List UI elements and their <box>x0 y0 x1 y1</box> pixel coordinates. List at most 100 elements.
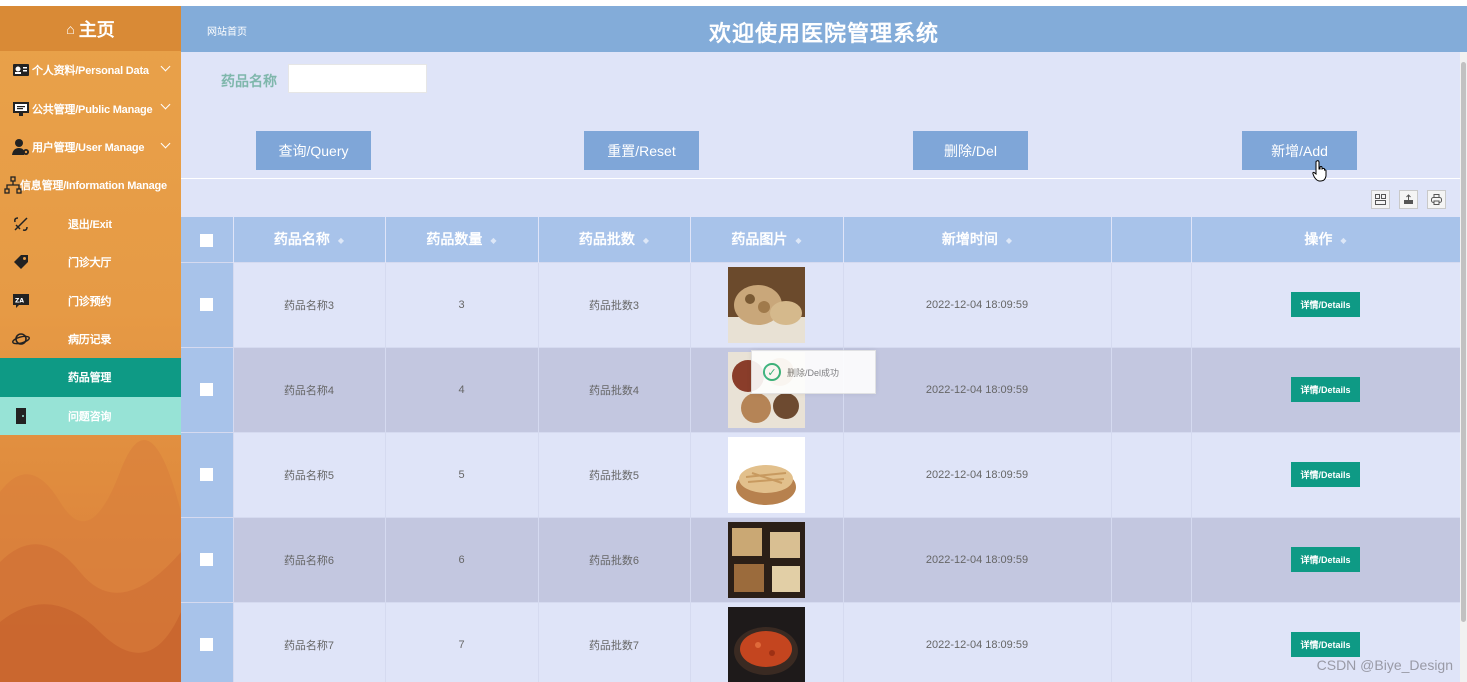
column-header[interactable]: 药品数量 ◆ <box>385 217 539 262</box>
select-all-checkbox[interactable] <box>200 234 214 248</box>
created-time-cell: 2022-12-04 18:09:59 <box>843 601 1112 682</box>
details-button[interactable]: 详情/Details <box>1291 292 1360 317</box>
row-select-cell <box>181 261 234 347</box>
drug-batch-cell: 药品批数4 <box>538 346 691 432</box>
sort-icon: ◆ <box>490 236 497 246</box>
drug-batch-cell: 药品批数6 <box>538 516 691 602</box>
reset-button[interactable]: 重置/Reset <box>584 131 699 170</box>
sidebar-item-consultation[interactable]: 问题咨询 <box>0 396 181 435</box>
drug-image[interactable] <box>728 266 805 343</box>
drug-qty-cell: 4 <box>385 346 539 432</box>
sidebar-item-medical-records[interactable]: 病历记录 <box>0 320 181 358</box>
blank-cell <box>1111 346 1192 432</box>
blank-cell <box>1111 261 1192 347</box>
details-button[interactable]: 详情/Details <box>1291 547 1360 572</box>
drug-image-cell <box>690 261 844 347</box>
created-time-cell: 2022-12-04 18:09:59 <box>843 261 1112 347</box>
columns-filter-icon[interactable] <box>1371 190 1390 209</box>
page-title: 欢迎使用医院管理系统 <box>708 21 939 46</box>
divider <box>181 178 1460 179</box>
blank-cell <box>1111 431 1192 517</box>
drug-image[interactable] <box>728 521 805 598</box>
drug-image-cell <box>690 601 844 682</box>
translate-icon: ZA <box>10 290 32 312</box>
column-header-label: 药品数量 <box>426 231 483 248</box>
table-row: 药品名称6 6 药品批数6 2022-12-04 18:09:59 详情/Det… <box>181 516 1460 602</box>
chevron-down-icon <box>160 61 171 72</box>
user-card-icon <box>10 59 32 81</box>
sidebar-home[interactable]: ⌂ 主页 <box>0 6 181 51</box>
table-row: 药品名称3 3 药品批数3 2022-12-04 18:09:59 详情/Det… <box>181 261 1460 347</box>
sidebar-item-appointment[interactable]: ZA 门诊预约 <box>0 281 181 319</box>
query-button[interactable]: 查询/Query <box>256 131 371 170</box>
delete-button[interactable]: 删除/Del <box>913 131 1028 170</box>
column-header[interactable]: 药品名称 ◆ <box>233 217 386 262</box>
column-header[interactable]: 药品批数 ◆ <box>538 217 691 262</box>
monitor-icon <box>10 98 32 120</box>
details-button[interactable]: 详情/Details <box>1291 377 1360 402</box>
drug-name-cell: 药品名称3 <box>233 261 386 347</box>
print-icon[interactable] <box>1427 190 1446 209</box>
column-header-label: 药品图片 <box>731 231 788 248</box>
row-checkbox[interactable] <box>200 468 214 481</box>
row-checkbox[interactable] <box>200 383 214 396</box>
sort-icon: ◆ <box>1340 236 1347 246</box>
drug-image-cell <box>690 431 844 517</box>
door-icon <box>10 405 32 427</box>
success-toast: ✓ 删除/Del成功 <box>751 350 876 394</box>
blank-cell <box>1111 516 1192 602</box>
add-button[interactable]: 新增/Add <box>1242 131 1357 170</box>
details-button[interactable]: 详情/Details <box>1291 632 1360 658</box>
sidebar-item-label: 门诊预约 <box>68 295 112 308</box>
row-checkbox[interactable] <box>200 298 214 311</box>
table-row: 药品名称5 5 药品批数5 2022-12-04 18:09:59 详情/Det… <box>181 431 1460 517</box>
column-header[interactable]: 药品图片 ◆ <box>690 217 844 262</box>
scrollbar-thumb[interactable] <box>1461 62 1466 622</box>
drug-image-cell <box>690 516 844 602</box>
column-header-label: 药品名称 <box>273 231 330 248</box>
drug-qty-cell: 5 <box>385 431 539 517</box>
sort-icon: ◆ <box>642 236 650 246</box>
user-gear-icon <box>10 136 32 158</box>
drug-image[interactable] <box>728 436 805 513</box>
sidebar-item-personal-data[interactable]: 个人资料/Personal Data <box>0 51 181 89</box>
created-time-cell: 2022-12-04 18:09:59 <box>843 346 1112 432</box>
search-input[interactable] <box>288 64 427 93</box>
sidebar: ⌂ 主页 个人资料/Personal Data 公共管理/Public Mana… <box>0 6 181 682</box>
column-header-label: 操作 <box>1304 231 1333 248</box>
sidebar-item-label: 门诊大厅 <box>68 257 112 270</box>
row-select-cell <box>181 516 234 602</box>
drug-batch-cell: 药品批数3 <box>538 261 691 347</box>
row-select-cell <box>181 431 234 517</box>
action-cell: 详情/Details <box>1191 516 1460 602</box>
check-circle-icon: ✓ <box>763 363 781 381</box>
row-checkbox[interactable] <box>200 553 214 566</box>
sidebar-item-label: 药品管理 <box>68 372 112 385</box>
column-header[interactable]: 新增时间 ◆ <box>843 217 1112 262</box>
sidebar-item-label: 信息管理/Information Manage <box>20 180 167 193</box>
sidebar-item-drug-manage[interactable]: 药品管理 <box>0 358 181 397</box>
mountain-background <box>0 440 181 682</box>
row-checkbox[interactable] <box>200 638 214 652</box>
top-header: 网站首页 欢迎使用医院管理系统 <box>181 6 1467 52</box>
drug-image[interactable] <box>728 606 805 682</box>
exit-icon <box>10 213 32 235</box>
column-header[interactable]: 操作 ◆ <box>1191 217 1460 262</box>
watermark: CSDN @Biye_Design <box>1316 657 1453 673</box>
sort-icon: ◆ <box>1005 236 1013 246</box>
vertical-scrollbar[interactable] <box>1460 52 1467 682</box>
sidebar-item-public-manage[interactable]: 公共管理/Public Manage <box>0 89 181 127</box>
sidebar-item-user-manage[interactable]: 用户管理/User Manage <box>0 128 181 166</box>
sidebar-item-exit[interactable]: 退出/Exit <box>0 205 181 243</box>
drug-batch-cell: 药品批数5 <box>538 431 691 517</box>
sidebar-item-label: 用户管理/User Manage <box>32 141 145 154</box>
sidebar-item-clinic-hall[interactable]: 门诊大厅 <box>0 243 181 281</box>
sidebar-item-label: 个人资料/Personal Data <box>32 65 149 78</box>
chevron-down-icon <box>160 99 171 110</box>
export-icon[interactable] <box>1399 190 1418 209</box>
details-button[interactable]: 详情/Details <box>1291 462 1360 487</box>
created-time-cell: 2022-12-04 18:09:59 <box>843 431 1112 517</box>
search-label: 药品名称 <box>221 73 277 89</box>
sidebar-item-information-manage[interactable]: 信息管理/Information Manage <box>0 166 181 204</box>
sidebar-home-label: 主页 <box>78 19 115 40</box>
